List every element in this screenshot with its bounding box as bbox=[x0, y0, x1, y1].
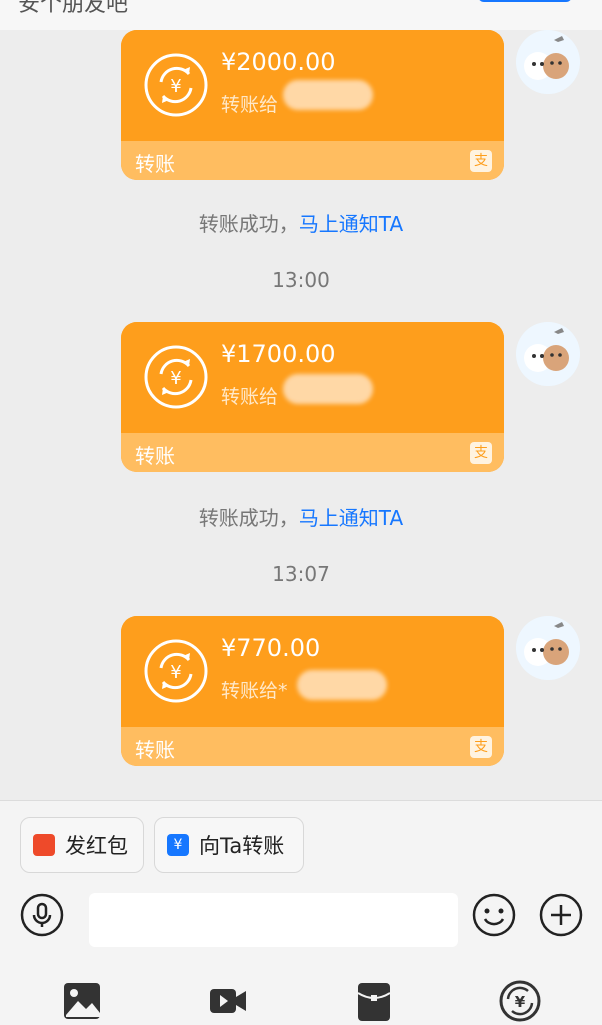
emoji-icon[interactable] bbox=[472, 893, 516, 937]
avatar[interactable] bbox=[516, 616, 580, 680]
card-label: 转账 bbox=[135, 444, 175, 468]
transfer-cycle-icon: ¥ bbox=[144, 53, 208, 117]
transfer-card[interactable]: ¥ ¥770.00 转账给* 转账 支 bbox=[121, 616, 504, 766]
red-packet-icon bbox=[33, 834, 55, 856]
red-envelope-icon[interactable] bbox=[352, 979, 396, 1023]
transfer-icon: ¥ bbox=[167, 834, 189, 856]
input-panel: 发红包 ¥ 向Ta转账 ¥ bbox=[0, 800, 602, 1025]
timestamp: 13:00 bbox=[272, 268, 330, 292]
transfer-cycle-icon: ¥ bbox=[144, 345, 208, 409]
transfer-recipient: 转账给 bbox=[221, 386, 279, 408]
card-label: 转账 bbox=[135, 152, 175, 176]
timestamp: 13:07 bbox=[272, 562, 330, 586]
chat-area[interactable]: ¥ ¥2000.00 转账给 转账 支 转账成功，马上通知TA 13:00 ¥ … bbox=[0, 30, 602, 800]
card-label: 转账 bbox=[135, 738, 175, 762]
image-icon[interactable] bbox=[60, 979, 104, 1023]
transfer-money-icon[interactable]: ¥ bbox=[498, 979, 542, 1023]
avatar[interactable] bbox=[516, 30, 580, 94]
message-input[interactable] bbox=[89, 893, 458, 947]
transfer-recipient: 转账给* bbox=[221, 680, 288, 702]
transfer-amount: ¥2000.00 bbox=[221, 48, 336, 76]
header-partial-text: 安个朋友吧 bbox=[18, 0, 129, 17]
transfer-recipient: 转账给 bbox=[221, 94, 279, 116]
card-bottom bbox=[121, 727, 504, 766]
alipay-icon: 支 bbox=[470, 442, 492, 464]
transfer-to-ta-label: 向Ta转账 bbox=[199, 834, 285, 858]
blurred-name bbox=[283, 374, 373, 404]
svg-text:¥: ¥ bbox=[170, 368, 181, 389]
transfer-amount: ¥1700.00 bbox=[221, 340, 336, 368]
notice-text: 转账成功， bbox=[198, 212, 299, 236]
header-button[interactable] bbox=[478, 0, 572, 2]
svg-text:¥: ¥ bbox=[170, 662, 181, 683]
card-bottom bbox=[121, 141, 504, 180]
card-bottom bbox=[121, 433, 504, 472]
blurred-name bbox=[297, 670, 387, 700]
transfer-amount: ¥770.00 bbox=[221, 634, 321, 662]
transfer-notice: 转账成功，马上通知TA bbox=[0, 208, 602, 237]
transfer-to-ta-button[interactable]: ¥ 向Ta转账 bbox=[154, 817, 304, 873]
red-packet-button[interactable]: 发红包 bbox=[20, 817, 144, 873]
avatar[interactable] bbox=[516, 322, 580, 386]
svg-text:¥: ¥ bbox=[170, 76, 181, 97]
notify-link[interactable]: 马上通知TA bbox=[299, 506, 403, 530]
alipay-icon: 支 bbox=[470, 150, 492, 172]
red-packet-label: 发红包 bbox=[65, 834, 128, 858]
plus-icon[interactable] bbox=[539, 893, 583, 937]
svg-text:¥: ¥ bbox=[515, 993, 526, 1011]
transfer-card[interactable]: ¥ ¥2000.00 转账给 转账 支 bbox=[121, 30, 504, 180]
blurred-name bbox=[283, 80, 373, 110]
transfer-notice: 转账成功，马上通知TA bbox=[0, 502, 602, 531]
transfer-card[interactable]: ¥ ¥1700.00 转账给 转账 支 bbox=[121, 322, 504, 472]
transfer-cycle-icon: ¥ bbox=[144, 639, 208, 703]
notice-text: 转账成功， bbox=[198, 506, 299, 530]
voice-icon[interactable] bbox=[20, 893, 64, 937]
notify-link[interactable]: 马上通知TA bbox=[299, 212, 403, 236]
header-strip: 安个朋友吧 bbox=[0, 0, 602, 30]
alipay-icon: 支 bbox=[470, 736, 492, 758]
video-icon[interactable] bbox=[206, 979, 250, 1023]
